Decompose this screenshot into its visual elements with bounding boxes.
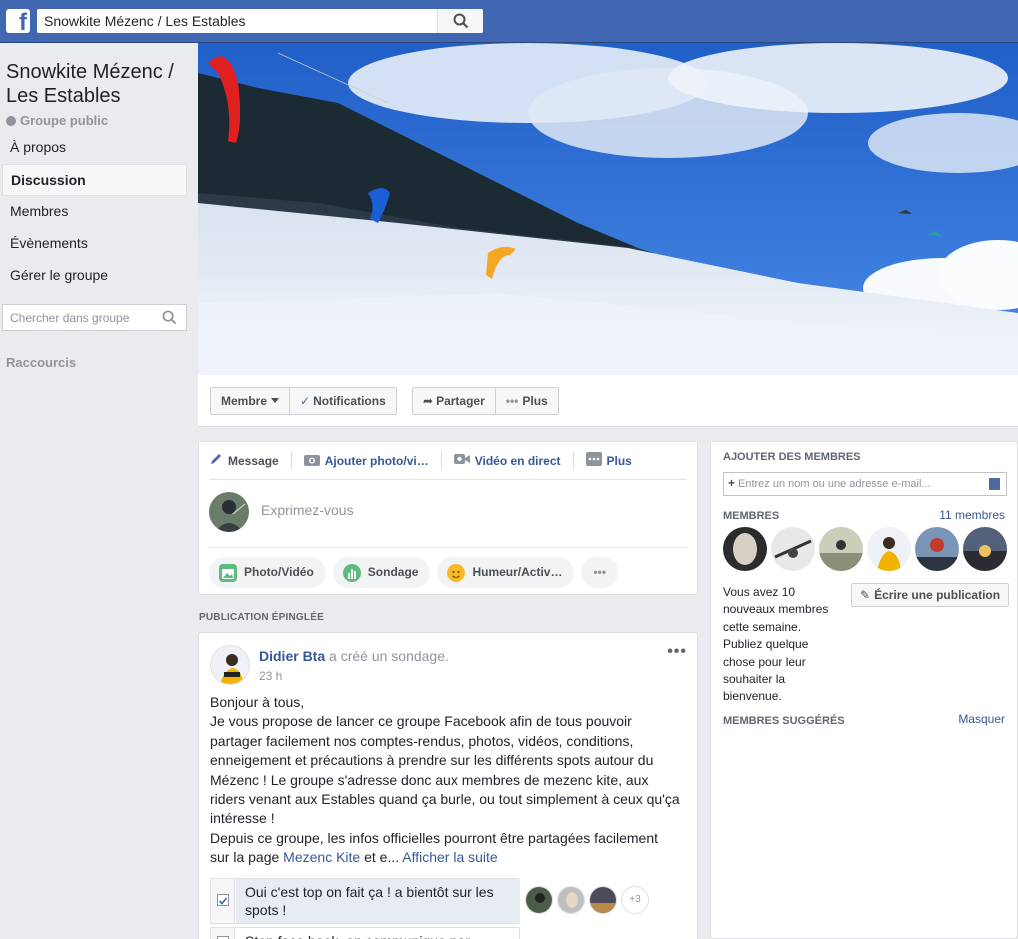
post-author-link[interactable]: Didier Bta — [259, 648, 325, 664]
pencil-icon: ✎ — [860, 588, 871, 602]
poll-checkbox[interactable] — [211, 928, 235, 939]
poll-chip[interactable]: Sondage — [332, 557, 431, 588]
member-avatar[interactable] — [867, 527, 911, 571]
right-column: AJOUTER DES MEMBRES + MEMBRES 11 membres… — [710, 441, 1018, 939]
composer-body[interactable]: Exprimez-vous — [209, 480, 687, 548]
member-avatar[interactable] — [915, 527, 959, 571]
member-avatars — [723, 527, 1011, 571]
member-avatar[interactable] — [819, 527, 863, 571]
nav-item-about[interactable]: À propos — [2, 132, 187, 164]
nav-item-discussion[interactable]: Discussion — [2, 164, 187, 196]
pencil-icon — [209, 452, 223, 469]
top-bar: f — [0, 0, 1018, 43]
share-button[interactable]: ➦ Partager — [413, 388, 495, 414]
more-voters-count[interactable]: +3 — [621, 886, 649, 914]
poll-option-label: Oui c'est top on fait ça ! a bientôt sur… — [245, 884, 494, 918]
ellipsis-icon: ••• — [505, 394, 519, 408]
check-icon: ✓ — [300, 394, 311, 408]
poll-icon — [342, 563, 361, 582]
poll-checkbox[interactable] — [211, 879, 235, 923]
see-more-link[interactable]: Afficher la suite — [402, 849, 497, 865]
pinned-post-label: PUBLICATION ÉPINGLÉE — [199, 612, 324, 623]
add-members-input[interactable] — [724, 473, 974, 495]
more-options-chip[interactable]: ••• — [581, 557, 619, 588]
ellipsis-box-icon — [585, 452, 602, 469]
poll-option[interactable]: Oui c'est top on fait ça ! a bientôt sur… — [210, 878, 520, 924]
composer-chips: Photo/Vidéo Sondage Humeur/Activ… ••• — [209, 557, 625, 588]
plus-icon: + — [728, 476, 736, 490]
facebook-logo-icon[interactable]: f — [6, 9, 30, 35]
add-members-field: + — [723, 472, 1007, 496]
avatar — [209, 492, 249, 532]
voter-avatar[interactable] — [589, 886, 617, 914]
membership-buttons: Membre ✓ Notifications — [210, 387, 397, 415]
write-post-button[interactable]: ✎ Écrire une publication — [851, 583, 1010, 607]
new-members-message: Vous avez 10 nouveaux membres cette sema… — [723, 585, 829, 704]
avatar[interactable] — [210, 645, 250, 685]
tab-message[interactable]: Message — [209, 451, 292, 470]
pinned-post: Didier Bta a créé un sondage. 23 h ••• B… — [198, 632, 698, 939]
mezenc-kite-link[interactable]: Mezenc Kite — [283, 849, 360, 865]
photo-icon — [219, 563, 237, 582]
smiley-icon — [447, 563, 466, 582]
post-paragraph-2: Depuis ce groupe, les infos officielles … — [210, 829, 658, 866]
composer-tabs: Message Ajouter photo/vi… Vidéo en direc… — [209, 442, 687, 480]
more-button[interactable]: ••• Plus — [494, 388, 558, 414]
global-search-input[interactable] — [37, 9, 437, 33]
add-members-heading: AJOUTER DES MEMBRES — [723, 451, 861, 463]
share-arrow-icon: ➦ — [423, 394, 434, 408]
photo-video-chip[interactable]: Photo/Vidéo — [209, 557, 326, 588]
post-options-icon[interactable]: ••• — [667, 643, 687, 661]
post-greeting: Bonjour à tous, — [210, 694, 305, 710]
member-button[interactable]: Membre — [211, 388, 289, 414]
search-icon[interactable] — [162, 310, 177, 325]
group-action-bar: Membre ✓ Notifications ➦ Partager ••• Plus — [198, 375, 1018, 427]
group-nav: À propos Discussion Membres Évènements G… — [2, 132, 187, 292]
poll-option-label: Stop face book, on communique par... — [245, 928, 519, 939]
global-search — [37, 9, 483, 33]
post-action-text: a créé un sondage. — [325, 648, 449, 664]
tab-live-video[interactable]: Vidéo en direct — [453, 451, 574, 470]
ellipsis-icon: ••• — [593, 565, 607, 579]
cover-photo[interactable] — [198, 43, 1018, 375]
post-paragraph: Je vous propose de lancer ce groupe Face… — [210, 713, 680, 827]
notifications-button[interactable]: ✓ Notifications — [289, 388, 396, 414]
poll-voters[interactable]: +3 — [525, 886, 649, 914]
voter-avatar[interactable] — [557, 886, 585, 914]
member-avatar[interactable] — [963, 527, 1007, 571]
search-button[interactable] — [437, 9, 483, 33]
poll-option[interactable]: Stop face book, on communique par... — [210, 927, 520, 939]
post-composer: Message Ajouter photo/vi… Vidéo en direc… — [198, 441, 698, 595]
suggested-members-heading: MEMBRES SUGGÉRÉS — [723, 715, 845, 727]
post-header: Didier Bta a créé un sondage. — [259, 648, 449, 664]
shortcuts-heading: Raccourcis — [6, 355, 77, 370]
hide-suggestions-link[interactable]: Masquer — [958, 712, 1005, 726]
nav-item-events[interactable]: Évènements — [2, 228, 187, 260]
member-avatar[interactable] — [771, 527, 815, 571]
video-camera-icon — [453, 453, 470, 468]
group-search-input[interactable] — [3, 305, 153, 330]
nav-item-members[interactable]: Membres — [2, 196, 187, 228]
nav-item-manage-group[interactable]: Gérer le groupe — [2, 260, 187, 292]
group-privacy: Groupe public — [6, 113, 108, 128]
group-title[interactable]: Snowkite Mézenc / Les Estables — [6, 60, 191, 108]
composer-placeholder[interactable]: Exprimez-vous — [261, 502, 354, 518]
chevron-down-icon — [271, 398, 280, 403]
share-buttons: ➦ Partager ••• Plus — [412, 387, 559, 415]
checkmark-icon — [218, 897, 228, 905]
tab-more[interactable]: Plus — [585, 452, 644, 470]
camera-icon — [303, 453, 320, 469]
members-count-link[interactable]: 11 membres — [939, 508, 1005, 522]
feeling-activity-chip[interactable]: Humeur/Activ… — [437, 557, 575, 588]
address-book-icon[interactable] — [989, 478, 1000, 490]
group-search — [2, 304, 187, 331]
voter-avatar[interactable] — [525, 886, 553, 914]
search-icon — [453, 13, 469, 29]
post-timestamp[interactable]: 23 h — [259, 669, 282, 683]
tab-add-photo-video[interactable]: Ajouter photo/vi… — [303, 451, 442, 470]
members-heading: MEMBRES — [723, 510, 780, 522]
post-body: Bonjour à tous, Je vous propose de lance… — [210, 693, 680, 868]
member-avatar[interactable] — [723, 527, 767, 571]
globe-icon — [6, 116, 16, 126]
